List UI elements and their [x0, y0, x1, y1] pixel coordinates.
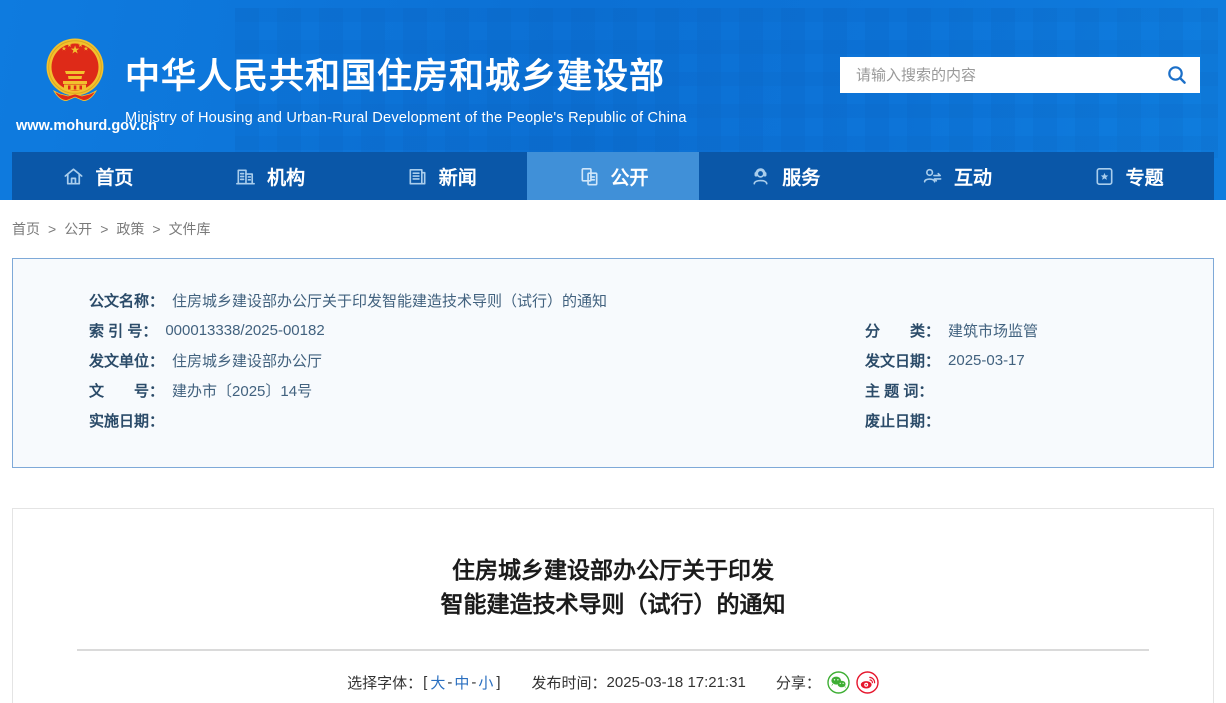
breadcrumb-policy[interactable]: 政策	[116, 219, 144, 239]
font-selector-open-bracket: [	[423, 674, 427, 691]
news-icon	[406, 165, 429, 188]
font-selector-separator: -	[471, 674, 476, 691]
nav-tab-label: 专题	[1126, 163, 1164, 190]
site-title-english: Ministry of Housing and Urban-Rural Deve…	[125, 110, 687, 126]
nav-tab-news[interactable]: 新闻	[355, 152, 527, 200]
article-title: 住房城乡建设部办公厅关于印发 智能建造技术导则（试行）的通知	[13, 553, 1213, 621]
nav-tab-disclosure[interactable]: 公开	[527, 152, 699, 200]
meta-label: 分 类：	[865, 320, 940, 341]
meta-row-effective-repeal: 实施日期： 废止日期：	[13, 405, 1213, 435]
publish-time-value: 2025-03-18 17:21:31	[607, 674, 746, 691]
breadcrumb: 首页 > 公开 > 政策 > 文件库	[12, 200, 1214, 237]
publish-time-label: 发布时间：	[532, 672, 607, 693]
article-title-line2: 智能建造技术导则（试行）的通知	[13, 587, 1213, 621]
nav-tab-label: 首页	[95, 163, 133, 190]
meta-value-document-number: 建办市〔2025〕14号	[172, 380, 312, 401]
breadcrumb-disclosure[interactable]: 公开	[64, 219, 92, 239]
nav-tab-label: 服务	[782, 163, 820, 190]
title-divider	[77, 649, 1149, 651]
topics-icon	[1093, 165, 1116, 188]
font-size-medium-link[interactable]: 中	[454, 672, 469, 693]
meta-label: 主 题 词：	[865, 380, 933, 401]
national-emblem-logo: ★ ★ ★ ★ ★	[44, 34, 106, 116]
breadcrumb-home[interactable]: 首页	[12, 219, 40, 239]
disclosure-icon	[578, 165, 601, 188]
share-label: 分享：	[776, 672, 821, 693]
site-title-block: 中华人民共和国住房和城乡建设部 Ministry of Housing and …	[125, 48, 687, 126]
svg-text:★: ★	[67, 42, 72, 49]
breadcrumb-separator: >	[152, 221, 160, 237]
font-selector-close-bracket: ]	[496, 674, 500, 691]
search-icon	[1166, 64, 1188, 86]
interaction-icon	[921, 165, 944, 188]
font-size-small-link[interactable]: 小	[478, 672, 493, 693]
article-title-line1: 住房城乡建设部办公厅关于印发	[13, 553, 1213, 587]
search-bar[interactable]	[840, 57, 1200, 93]
nav-tab-topics[interactable]: 专题	[1042, 152, 1214, 200]
nav-tab-service[interactable]: 服务	[699, 152, 871, 200]
meta-value-category: 建筑市场监管	[948, 320, 1038, 341]
meta-row-title: 公文名称： 住房城乡建设部办公厅关于印发智能建造技术导则（试行）的通知	[13, 285, 1213, 315]
meta-label: 发文日期：	[865, 350, 940, 371]
meta-row-index-category: 索 引 号： 000013338/2025-00182 分 类： 建筑市场监管	[13, 315, 1213, 345]
main-navigation: 首页 机构 新闻	[12, 152, 1214, 200]
meta-label: 废止日期：	[865, 410, 940, 431]
article-meta-bar: 选择字体： [ 大 - 中 - 小 ] 发布时间： 2025-03-18 17:…	[13, 671, 1213, 694]
nav-tab-interaction[interactable]: 互动	[871, 152, 1043, 200]
nav-tab-home[interactable]: 首页	[12, 152, 184, 200]
site-title-chinese: 中华人民共和国住房和城乡建设部	[125, 48, 687, 99]
meta-label: 公文名称：	[89, 290, 164, 311]
font-selector-separator: -	[447, 674, 452, 691]
meta-value-issuing-unit: 住房城乡建设部办公厅	[172, 350, 322, 371]
nav-tab-label: 公开	[611, 163, 649, 190]
meta-label: 索 引 号：	[89, 320, 157, 341]
nav-tab-organization[interactable]: 机构	[184, 152, 356, 200]
document-metadata-panel: 公文名称： 住房城乡建设部办公厅关于印发智能建造技术导则（试行）的通知 索 引 …	[12, 258, 1214, 468]
weibo-share-button[interactable]	[856, 671, 879, 694]
meta-label: 实施日期：	[89, 410, 164, 431]
font-selector-label: 选择字体：	[347, 672, 422, 693]
nav-tab-label: 机构	[267, 163, 305, 190]
search-input[interactable]	[856, 67, 1166, 84]
font-size-large-link[interactable]: 大	[430, 672, 445, 693]
nav-tab-label: 互动	[954, 163, 992, 190]
meta-value-issue-date: 2025-03-17	[948, 352, 1025, 369]
meta-value-index-number: 000013338/2025-00182	[165, 322, 324, 339]
service-icon	[749, 165, 772, 188]
weibo-icon	[856, 671, 879, 694]
meta-value-document-title: 住房城乡建设部办公厅关于印发智能建造技术导则（试行）的通知	[172, 290, 607, 311]
meta-row-issuer-date: 发文单位： 住房城乡建设部办公厅 发文日期： 2025-03-17	[13, 345, 1213, 375]
breadcrumb-document-library[interactable]: 文件库	[169, 219, 211, 239]
organization-icon	[234, 165, 257, 188]
site-header: ★ ★ ★ ★ ★ www.mohurd.gov.cn 中华人民共和国住房和城乡…	[0, 0, 1226, 200]
meta-label: 文 号：	[89, 380, 164, 401]
wechat-share-button[interactable]	[827, 671, 850, 694]
article-panel: 住房城乡建设部办公厅关于印发 智能建造技术导则（试行）的通知 选择字体： [ 大…	[12, 508, 1214, 703]
breadcrumb-separator: >	[100, 221, 108, 237]
svg-text:★: ★	[83, 46, 88, 53]
meta-label: 发文单位：	[89, 350, 164, 371]
breadcrumb-separator: >	[48, 221, 56, 237]
wechat-icon	[827, 671, 850, 694]
search-button[interactable]	[1166, 64, 1188, 86]
home-icon	[62, 165, 85, 188]
nav-tab-label: 新闻	[439, 163, 477, 190]
site-url: www.mohurd.gov.cn	[16, 118, 136, 134]
meta-row-docnumber-keywords: 文 号： 建办市〔2025〕14号 主 题 词：	[13, 375, 1213, 405]
